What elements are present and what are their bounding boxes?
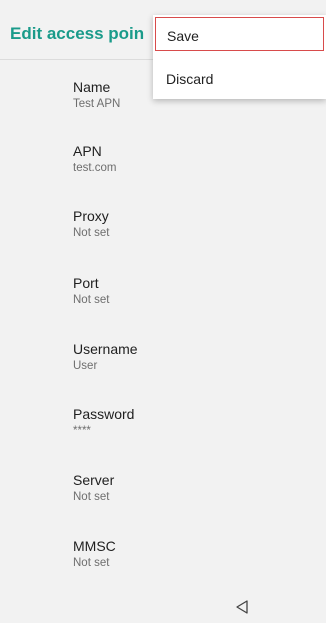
back-triangle-icon[interactable] (235, 600, 249, 614)
pref-summary: Test APN (73, 98, 121, 110)
pref-summary: Not set (73, 491, 110, 503)
page-title: Edit access poin (10, 24, 145, 43)
save-label: Save (167, 28, 199, 44)
pref-title: Port (73, 275, 99, 291)
discard-label: Discard (166, 71, 214, 87)
navigation-bar (0, 593, 326, 623)
pref-title: Proxy (73, 208, 109, 224)
pref-title: Username (73, 341, 138, 357)
status-bar (0, 0, 326, 10)
pref-title: Server (73, 472, 115, 488)
save-menu-item[interactable]: Save (155, 17, 324, 51)
pref-item-port[interactable]: Port Not set (0, 275, 326, 339)
pref-summary: **** (73, 425, 91, 437)
pref-summary: test.com (73, 162, 117, 174)
discard-menu-item[interactable]: Discard (155, 61, 324, 95)
pref-item-server[interactable]: Server Not set (0, 472, 326, 536)
pref-summary: Not set (73, 557, 110, 569)
pref-title: APN (73, 143, 102, 159)
pref-item-password[interactable]: Password **** (0, 406, 326, 470)
pref-summary: User (73, 360, 98, 372)
overflow-menu: Save Discard (153, 15, 326, 99)
pref-title: MMSC (73, 538, 116, 554)
pref-title: Name (73, 79, 111, 95)
pref-item-username[interactable]: Username User (0, 341, 326, 405)
pref-item-apn[interactable]: APN test.com (0, 143, 326, 207)
pref-title: Password (73, 406, 135, 422)
pref-summary: Not set (73, 294, 110, 306)
pref-summary: Not set (73, 227, 110, 239)
pref-item-proxy[interactable]: Proxy Not set (0, 208, 326, 272)
